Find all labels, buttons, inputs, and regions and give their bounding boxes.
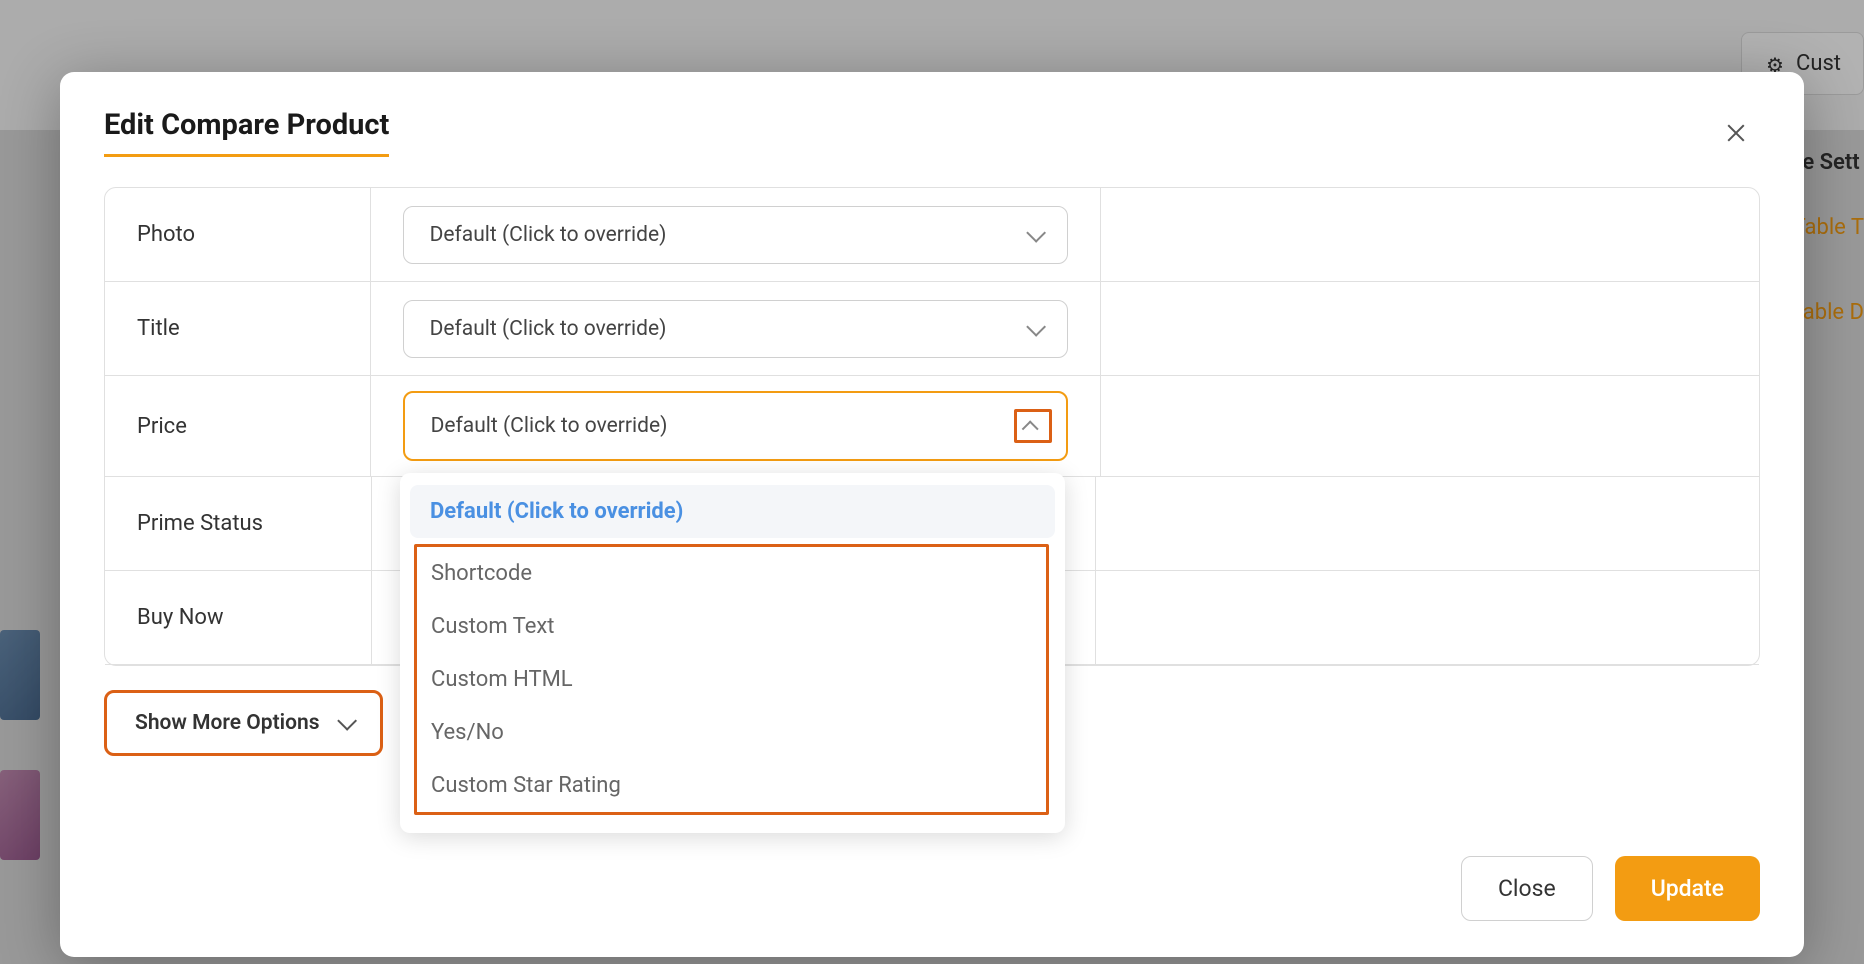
dropdown-item-custom-html[interactable]: Custom HTML — [417, 653, 1046, 706]
cust-label: Cust — [1796, 51, 1841, 76]
chevron-up-icon — [1014, 409, 1052, 443]
field-row-price: Price Default (Click to override) — [105, 376, 1759, 477]
update-button[interactable]: Update — [1615, 856, 1760, 921]
field-label: Prime Status — [105, 477, 372, 570]
close-button[interactable]: Close — [1461, 856, 1593, 921]
close-icon — [1725, 121, 1747, 143]
field-label: Buy Now — [105, 571, 372, 664]
modal-title: Edit Compare Product — [104, 108, 389, 157]
highlight-box: Shortcode Custom Text Custom HTML Yes/No… — [414, 544, 1049, 815]
field-row-title: Title Default (Click to override) — [105, 282, 1759, 376]
select-value: Default (Click to override) — [431, 414, 668, 438]
dropdown-item-default[interactable]: Default (Click to override) — [410, 485, 1055, 538]
price-dropdown-menu: Default (Click to override) Shortcode Cu… — [400, 473, 1065, 833]
dropdown-item-shortcode[interactable]: Shortcode — [417, 547, 1046, 600]
dropdown-item-custom-text[interactable]: Custom Text — [417, 600, 1046, 653]
show-more-options-button[interactable]: Show More Options — [104, 690, 383, 756]
field-label: Price — [105, 376, 371, 476]
modal-close-button[interactable] — [1712, 108, 1760, 156]
price-select[interactable]: Default (Click to override) — [403, 391, 1068, 461]
field-label: Title — [105, 282, 371, 375]
title-select[interactable]: Default (Click to override) — [403, 300, 1068, 358]
fields-container: Photo Default (Click to override) Title … — [104, 187, 1760, 666]
select-value: Default (Click to override) — [430, 223, 667, 247]
edit-compare-modal: Edit Compare Product Photo Default (Clic… — [60, 72, 1804, 957]
field-label: Photo — [105, 188, 371, 281]
dropdown-item-star-rating[interactable]: Custom Star Rating — [417, 759, 1046, 812]
field-row-photo: Photo Default (Click to override) — [105, 188, 1759, 282]
photo-select[interactable]: Default (Click to override) — [403, 206, 1068, 264]
thumbnail — [0, 770, 40, 860]
chevron-down-icon — [338, 716, 352, 730]
chevron-down-icon — [1027, 228, 1041, 242]
dropdown-item-yesno[interactable]: Yes/No — [417, 706, 1046, 759]
select-value: Default (Click to override) — [430, 317, 667, 341]
thumbnail — [0, 630, 40, 720]
chevron-down-icon — [1027, 322, 1041, 336]
show-more-label: Show More Options — [135, 711, 320, 735]
